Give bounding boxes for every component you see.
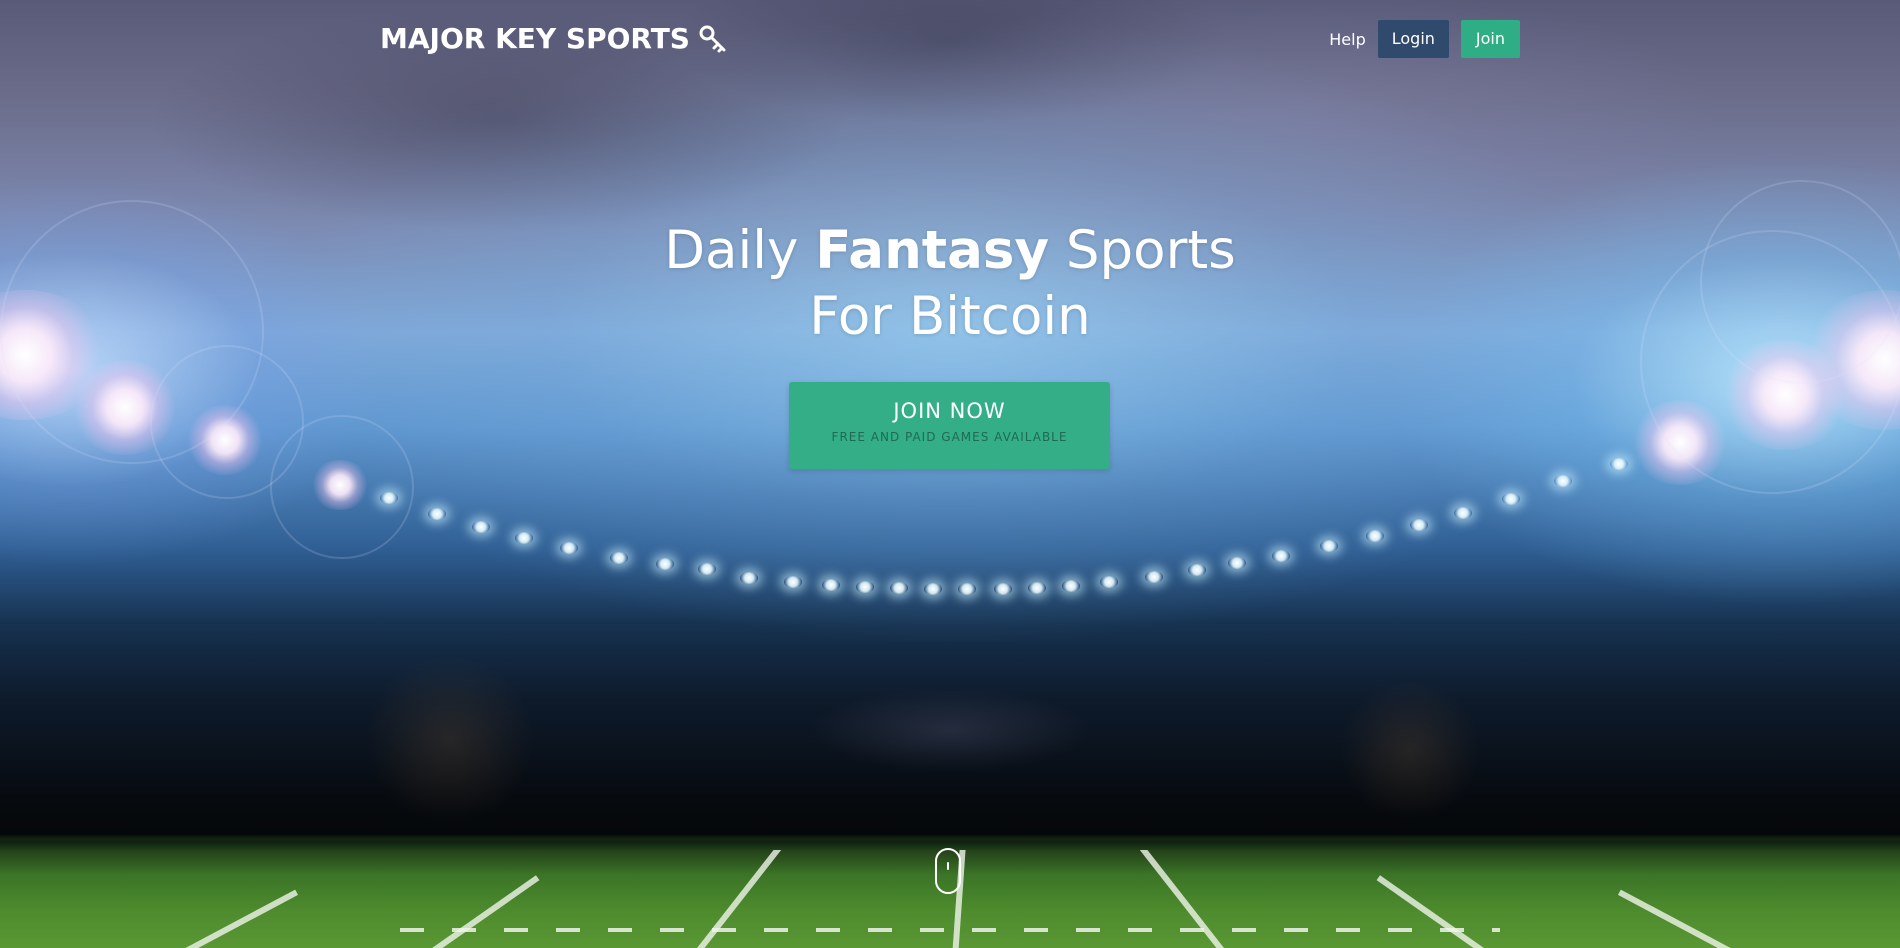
mouse-scroll-icon[interactable]: [935, 848, 961, 894]
stadium-light: [1410, 519, 1428, 531]
stadium-light: [515, 532, 533, 544]
lens-ring: [270, 415, 414, 559]
stadium-light: [1320, 540, 1338, 552]
yard-line: [690, 850, 782, 948]
brand-name: MAJOR KEY SPORTS: [380, 22, 690, 55]
stadium-light: [380, 492, 398, 504]
stadium-light: [1610, 458, 1628, 470]
yard-line: [1376, 875, 1495, 948]
stadium-light: [472, 521, 490, 533]
stadium-background: [0, 0, 1900, 948]
join-button[interactable]: Join: [1460, 20, 1520, 58]
hero-title-bold-word: Fantasy: [815, 220, 1049, 281]
yard-line: [421, 875, 540, 948]
hero-title-line1: Daily Fantasy Sports: [0, 218, 1900, 284]
help-link[interactable]: Help: [1329, 30, 1365, 49]
stadium-light: [560, 542, 578, 554]
mouse-wheel: [947, 862, 949, 870]
hero-title-word: Daily: [664, 220, 799, 281]
stadium-light: [428, 508, 446, 520]
hash-marks: [400, 928, 1500, 932]
top-nav: Help Login Join: [1329, 20, 1520, 58]
hero-title: Daily Fantasy Sports For Bitcoin: [0, 218, 1900, 350]
stadium-light: [1366, 530, 1384, 542]
yard-line: [1139, 850, 1231, 948]
login-button[interactable]: Login: [1377, 20, 1449, 58]
yard-line: [171, 889, 299, 948]
hero-title-word: Sports: [1065, 220, 1236, 281]
stadium-light: [1554, 475, 1572, 487]
join-now-sublabel: FREE AND PAID GAMES AVAILABLE: [831, 430, 1068, 444]
stadium-light: [1502, 493, 1520, 505]
yard-line: [1617, 889, 1745, 948]
brand-logo[interactable]: MAJOR KEY SPORTS: [380, 22, 728, 55]
hero-title-line2: For Bitcoin: [809, 286, 1091, 347]
key-icon: [698, 24, 728, 54]
join-now-label: JOIN NOW: [893, 399, 1006, 423]
join-now-button[interactable]: JOIN NOW FREE AND PAID GAMES AVAILABLE: [789, 382, 1110, 469]
stadium-light: [1454, 507, 1472, 519]
